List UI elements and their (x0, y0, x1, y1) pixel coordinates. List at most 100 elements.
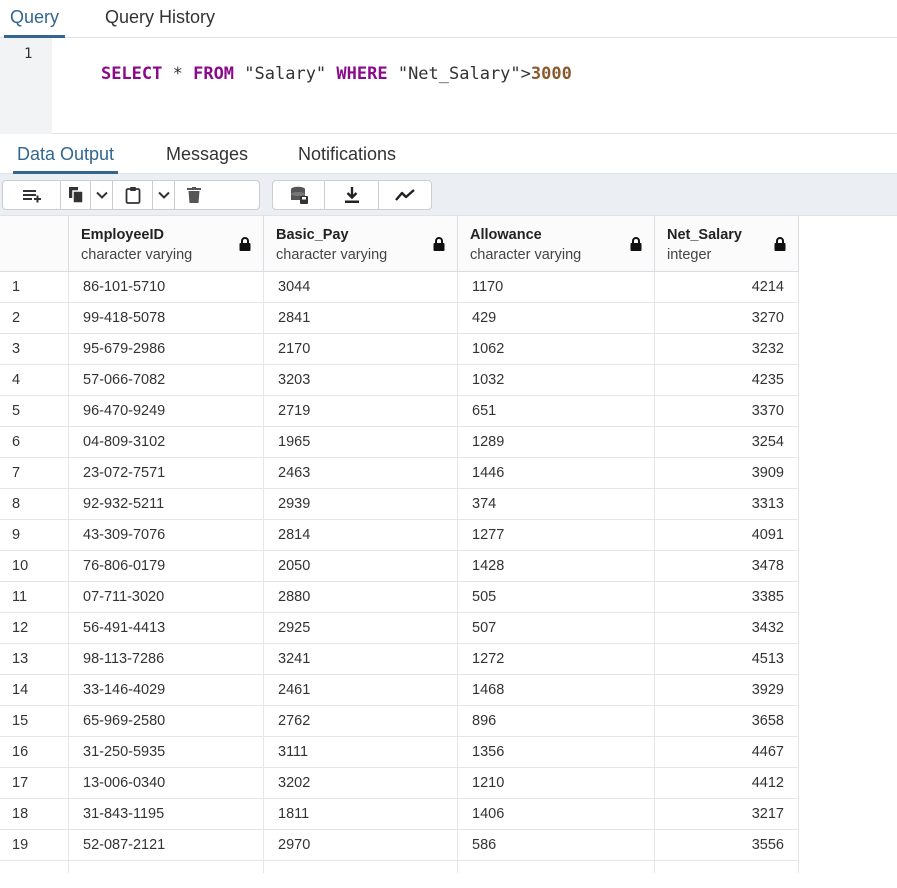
cell-basic-pay[interactable]: 2925 (264, 613, 458, 644)
paste-button[interactable] (113, 181, 153, 209)
cell-employeeid[interactable]: 31-250-5935 (69, 737, 264, 768)
cell-basic-pay[interactable]: 2939 (264, 489, 458, 520)
cell-net-salary[interactable]: 4235 (655, 365, 799, 396)
cell-basic-pay[interactable]: 2719 (264, 396, 458, 427)
add-row-button[interactable] (3, 181, 61, 209)
cell-employeeid[interactable]: 86-101-5710 (69, 272, 264, 303)
tab-query[interactable]: Query (3, 7, 66, 38)
tab-messages[interactable]: Messages (166, 144, 248, 174)
cell-employeeid[interactable]: 31-843-1195 (69, 799, 264, 830)
cell-basic-pay[interactable]: 2880 (264, 582, 458, 613)
cell-basic-pay[interactable]: 3202 (264, 768, 458, 799)
cell-allowance[interactable]: 1406 (458, 799, 655, 830)
graph-visualiser-button[interactable] (379, 181, 431, 209)
row-number: 19 (0, 830, 69, 861)
cell-employeeid[interactable]: 76-806-0179 (69, 551, 264, 582)
cell-allowance[interactable]: 896 (458, 706, 655, 737)
cell-employeeid[interactable]: 56-491-4413 (69, 613, 264, 644)
cell-employeeid[interactable]: 43-309-7076 (69, 520, 264, 551)
cell-basic-pay[interactable]: 1811 (264, 799, 458, 830)
cell-allowance[interactable]: 1289 (458, 427, 655, 458)
cell-basic-pay[interactable]: 2461 (264, 675, 458, 706)
cell-allowance[interactable]: 1468 (458, 675, 655, 706)
column-header-allowance[interactable]: Allowance character varying (458, 216, 655, 272)
tab-data-output[interactable]: Data Output (12, 144, 119, 174)
cell-net-salary[interactable]: 4412 (655, 768, 799, 799)
cell-basic-pay[interactable]: 3203 (264, 365, 458, 396)
save-data-button[interactable] (273, 181, 325, 209)
cell-net-salary[interactable]: 3929 (655, 675, 799, 706)
sql-editor[interactable]: 1 SELECT * FROM "Salary" WHERE "Net_Sala… (0, 38, 897, 134)
cell-allowance[interactable]: 1170 (458, 272, 655, 303)
cell-basic-pay[interactable]: 2762 (264, 706, 458, 737)
cell-basic-pay[interactable]: 2463 (264, 458, 458, 489)
cell-basic-pay[interactable]: 2841 (264, 303, 458, 334)
cell-net-salary[interactable]: 4091 (655, 520, 799, 551)
cell-net-salary[interactable]: 3232 (655, 334, 799, 365)
cell-employeeid[interactable]: 52-087-2121 (69, 830, 264, 861)
column-header-employeeid[interactable]: EmployeeID character varying (69, 216, 264, 272)
cell-allowance[interactable]: 586 (458, 830, 655, 861)
column-header-net-salary[interactable]: Net_Salary integer (655, 216, 799, 272)
cell-allowance[interactable]: 1277 (458, 520, 655, 551)
cell-employeeid[interactable]: 04-809-3102 (69, 427, 264, 458)
cell-employeeid[interactable]: 95-679-2986 (69, 334, 264, 365)
cell-net-salary[interactable]: 3385 (655, 582, 799, 613)
cell-employeeid (69, 861, 264, 873)
cell-basic-pay[interactable]: 3111 (264, 737, 458, 768)
cell-allowance[interactable]: 505 (458, 582, 655, 613)
cell-basic-pay[interactable]: 2170 (264, 334, 458, 365)
edit-button-group (2, 180, 260, 210)
delete-button[interactable] (175, 181, 213, 209)
cell-allowance[interactable]: 374 (458, 489, 655, 520)
cell-employeeid[interactable]: 99-418-5078 (69, 303, 264, 334)
cell-employeeid[interactable]: 65-969-2580 (69, 706, 264, 737)
download-button[interactable] (325, 181, 379, 209)
cell-allowance[interactable]: 1210 (458, 768, 655, 799)
cell-allowance[interactable]: 1032 (458, 365, 655, 396)
cell-net-salary[interactable]: 3217 (655, 799, 799, 830)
cell-net-salary[interactable]: 3658 (655, 706, 799, 737)
cell-employeeid[interactable]: 96-470-9249 (69, 396, 264, 427)
cell-employeeid[interactable]: 57-066-7082 (69, 365, 264, 396)
cell-allowance[interactable]: 507 (458, 613, 655, 644)
cell-net-salary[interactable]: 3478 (655, 551, 799, 582)
cell-allowance[interactable]: 651 (458, 396, 655, 427)
cell-employeeid[interactable]: 98-113-7286 (69, 644, 264, 675)
cell-allowance[interactable]: 429 (458, 303, 655, 334)
code-line[interactable]: SELECT * FROM "Salary" WHERE "Net_Salary… (60, 44, 572, 104)
column-header-basic-pay[interactable]: Basic_Pay character varying (264, 216, 458, 272)
paste-options-dropdown[interactable] (153, 181, 175, 209)
cell-net-salary[interactable]: 4513 (655, 644, 799, 675)
cell-net-salary[interactable]: 3370 (655, 396, 799, 427)
cell-basic-pay[interactable]: 2970 (264, 830, 458, 861)
cell-net-salary[interactable]: 4467 (655, 737, 799, 768)
cell-net-salary[interactable]: 3556 (655, 830, 799, 861)
cell-allowance[interactable]: 1428 (458, 551, 655, 582)
cell-basic-pay[interactable]: 3044 (264, 272, 458, 303)
column-name: Net_Salary (667, 227, 742, 243)
cell-employeeid[interactable]: 92-932-5211 (69, 489, 264, 520)
cell-employeeid[interactable]: 23-072-7571 (69, 458, 264, 489)
cell-net-salary[interactable]: 3909 (655, 458, 799, 489)
cell-allowance[interactable]: 1356 (458, 737, 655, 768)
cell-allowance[interactable]: 1446 (458, 458, 655, 489)
cell-net-salary[interactable]: 3254 (655, 427, 799, 458)
cell-allowance[interactable]: 1272 (458, 644, 655, 675)
copy-options-dropdown[interactable] (91, 181, 113, 209)
cell-net-salary[interactable]: 3270 (655, 303, 799, 334)
cell-allowance[interactable]: 1062 (458, 334, 655, 365)
cell-basic-pay[interactable]: 2814 (264, 520, 458, 551)
copy-button[interactable] (61, 181, 91, 209)
cell-employeeid[interactable]: 07-711-3020 (69, 582, 264, 613)
tab-query-history[interactable]: Query History (105, 7, 215, 38)
cell-basic-pay[interactable]: 2050 (264, 551, 458, 582)
cell-employeeid[interactable]: 13-006-0340 (69, 768, 264, 799)
cell-basic-pay[interactable]: 1965 (264, 427, 458, 458)
cell-net-salary[interactable]: 3432 (655, 613, 799, 644)
tab-notifications[interactable]: Notifications (298, 144, 396, 174)
cell-net-salary[interactable]: 3313 (655, 489, 799, 520)
cell-net-salary[interactable]: 4214 (655, 272, 799, 303)
cell-employeeid[interactable]: 33-146-4029 (69, 675, 264, 706)
cell-basic-pay[interactable]: 3241 (264, 644, 458, 675)
